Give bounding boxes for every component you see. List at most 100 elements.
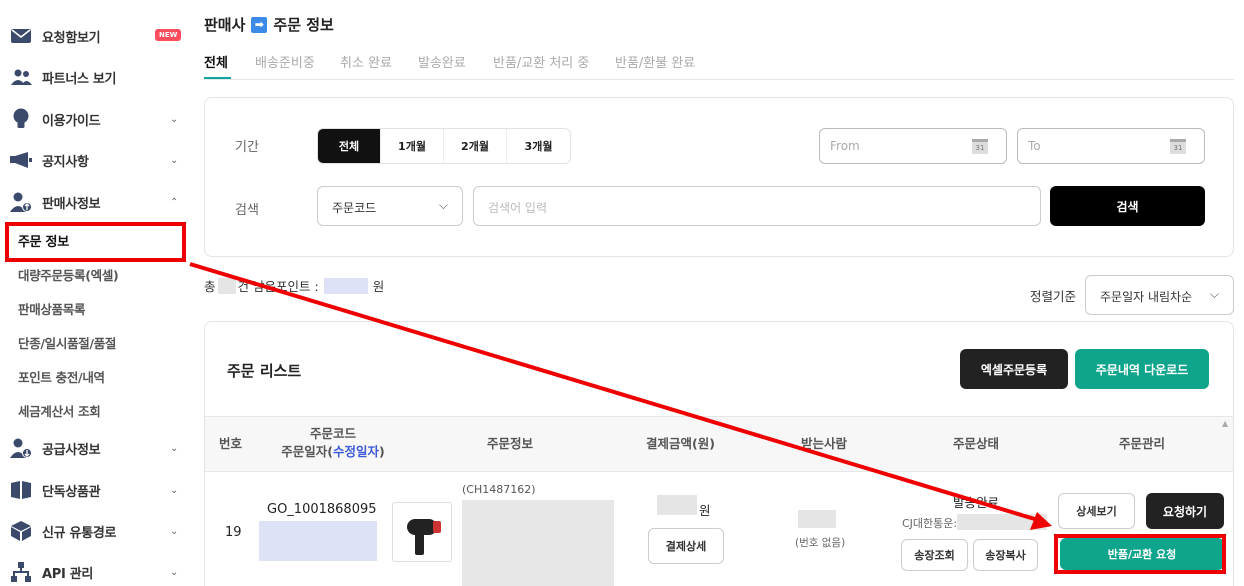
sidebar-item-exclusive[interactable]: 단독상품관 ⌄ [0,470,192,510]
filter-panel: 기간 전체 1개월 2개월 3개월 From 31 To 31 검색 주문코드 … [204,97,1234,257]
active-tab-indicator [204,77,231,79]
page-title: 판매사 ➡ 주문 정보 [204,14,334,35]
row-carrier: CJ대한통운: [902,517,958,530]
row-number: 19 [225,525,242,540]
status-tabs: 전체 배송준비중 취소 완료 발송완료 반품/교환 처리 중 반품/환불 완료 [204,50,1234,80]
new-badge: NEW [155,29,182,41]
period-all-button[interactable]: 전체 [318,129,381,163]
sort-select[interactable]: 주문일자 내림차순 ⌵ [1085,275,1234,315]
tab-return-processing[interactable]: 반품/교환 처리 중 [493,52,589,71]
chevron-down-icon: ⌄ [170,566,179,578]
tab-return-complete[interactable]: 반품/환불 완료 [615,52,695,71]
row-product-code: (CH1487162) [462,483,536,496]
date-from-field[interactable]: From 31 [819,128,1007,164]
th-amount: 결제금액(원) [646,436,715,451]
highlight-box-order-info [5,222,186,262]
th-modified-date: 수정일자 [332,444,379,459]
row-receiver-note: (번호 없음) [795,537,846,549]
period-segmented-control: 전체 1개월 2개월 3개월 [317,128,571,164]
sidebar: 요청함보기 NEW 파트너스 보기 이용가이드 ⌄ 공지사항 ⌄ 판매사정보 ⌃… [0,0,192,586]
summary-prefix: 총 [204,279,216,294]
sidebar-item-seller-info[interactable]: 판매사정보 ⌃ [0,182,192,222]
th-order-code: 주문코드 주문일자(수정일자) [263,425,403,461]
row-amount-suffix: 원 [699,503,711,518]
search-input[interactable]: 검색어 입력 [473,186,1041,226]
period-label: 기간 [235,140,259,155]
th-order-code-line1: 주문코드 [309,426,356,441]
request-button[interactable]: 요청하기 [1146,493,1224,529]
th-order-info: 주문정보 [487,436,534,451]
th-receiver: 받는사람 [801,436,848,451]
chevron-down-icon: ⌄ [170,525,179,537]
sidebar-item-label: 이용가이드 [42,113,101,129]
sidebar-item-api[interactable]: API 관리 ⌄ [0,552,192,586]
redacted-receiver [798,510,836,528]
sidebar-item-label: 파트너스 보기 [42,71,117,87]
search-type-select[interactable]: 주문코드 ⌵ [317,186,463,226]
sidebar-item-supplier-info[interactable]: 공급사정보 ⌄ [0,428,192,468]
row-status: 발송완료 [953,495,1000,510]
period-1m-button[interactable]: 1개월 [381,129,444,163]
chevron-up-icon: ⌃ [170,196,179,208]
megaphone-icon [10,149,32,171]
redacted-count [217,277,236,294]
sidebar-item-label: API 관리 [42,566,94,582]
tab-shipped[interactable]: 발송완료 [418,52,466,71]
sidebar-item-partners[interactable]: 파트너스 보기 [0,57,192,97]
sidebar-subitem-soldout[interactable]: 단종/일시품절/품절 [18,333,116,352]
sidebar-subitem-points[interactable]: 포인트 충전/내역 [18,367,105,386]
sidebar-item-requests[interactable]: 요청함보기 NEW [0,16,192,56]
summary-line: 총 건 남은포인트 : 원 [204,276,384,295]
scroll-up-icon[interactable]: ▲ [1222,419,1228,428]
sidebar-subitem-bulk-order[interactable]: 대량주문등록(엑셀) [18,265,119,284]
sidebar-item-label: 판매사정보 [42,196,101,212]
redacted-product-info [462,500,614,586]
row-order-code[interactable]: GO_1001868095 [267,502,377,517]
sort-value: 주문일자 내림차순 [1100,290,1193,304]
sidebar-item-label: 공급사정보 [42,442,101,458]
payment-detail-button[interactable]: 결제상세 [648,528,724,564]
copy-tracking-button[interactable]: 송장복사 [973,539,1038,571]
tab-all[interactable]: 전체 [204,52,228,71]
redacted-points [323,277,368,294]
chevron-down-icon: ⌵ [438,198,448,212]
sidebar-item-label: 단독상품관 [42,484,101,500]
envelope-icon [10,25,32,47]
summary-suffix: 원 [372,279,385,294]
date-to-field[interactable]: To 31 [1017,128,1205,164]
sidebar-item-new-channel[interactable]: 신규 유통경로 ⌄ [0,511,192,551]
sidebar-item-label: 신규 유통경로 [42,525,117,541]
sidebar-item-label: 요청함보기 [42,30,101,46]
sidebar-subitem-tax-invoice[interactable]: 세금계산서 조회 [18,401,101,420]
excel-order-register-button[interactable]: 엑셀주문등록 [960,349,1068,389]
search-label: 검색 [235,203,259,218]
th-manage: 주문관리 [1119,436,1166,451]
sidebar-item-guide[interactable]: 이용가이드 ⌄ [0,99,192,139]
people-icon [10,66,32,88]
redacted-tracking-number [957,514,1047,530]
chevron-down-icon: ⌄ [170,154,179,166]
box-icon [10,520,32,542]
sidebar-item-notice[interactable]: 공지사항 ⌄ [0,140,192,180]
period-3m-button[interactable]: 3개월 [507,129,570,163]
order-list-title: 주문 리스트 [227,362,302,380]
tab-preparing[interactable]: 배송준비중 [255,52,315,71]
period-2m-button[interactable]: 2개월 [444,129,507,163]
network-icon [10,561,32,583]
track-shipment-button[interactable]: 송장조회 [901,539,968,571]
user-down-icon [10,437,32,459]
sidebar-subitem-product-list[interactable]: 판매상품목록 [18,299,86,318]
view-detail-button[interactable]: 상세보기 [1058,493,1135,529]
chevron-down-icon: ⌵ [1209,287,1219,301]
user-up-icon [10,191,32,213]
product-thumbnail[interactable] [392,502,452,562]
redacted-order-date [259,521,377,561]
page-title-section: 판매사 [204,16,246,34]
search-button[interactable]: 검색 [1050,186,1205,226]
lightbulb-icon [10,108,32,130]
order-download-button[interactable]: 주문내역 다운로드 [1075,349,1209,389]
page-title-page: 주문 정보 [273,16,334,34]
date-to-placeholder: To [1028,139,1041,153]
date-from-placeholder: From [830,139,860,153]
tab-cancelled[interactable]: 취소 완료 [340,52,392,71]
